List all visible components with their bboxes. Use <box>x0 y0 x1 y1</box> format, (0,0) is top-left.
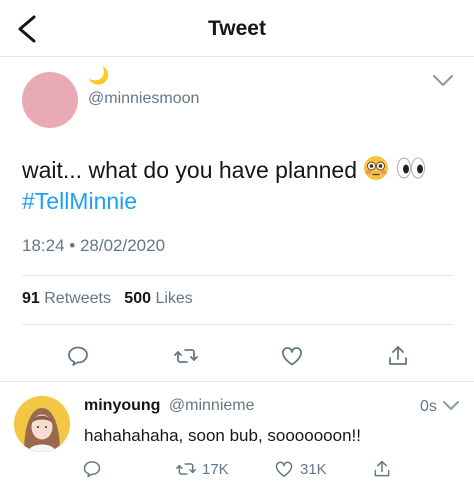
tweet-timestamp: 18:24 • 28/02/2020 <box>22 236 166 255</box>
engagement-stats: 91 Retweets 500 Likes <box>22 290 193 308</box>
reply-button[interactable] <box>82 458 102 480</box>
retweet-count: 17K <box>202 460 229 478</box>
likes-label[interactable]: Likes <box>155 290 192 307</box>
retweets-count[interactable]: 91 <box>22 290 40 307</box>
likes-count[interactable]: 500 <box>124 290 151 307</box>
retweets-label[interactable]: Retweets <box>44 290 111 307</box>
retweet-icon[interactable] <box>174 344 198 368</box>
eyes-icon <box>396 157 425 179</box>
page-title: Tweet <box>208 17 266 40</box>
avatar[interactable] <box>14 396 70 452</box>
section-divider <box>0 381 474 382</box>
profile-photo <box>14 396 70 452</box>
reply-text: hahahahaha, soon bub, sooooooon!! <box>84 426 361 445</box>
chevron-down-icon[interactable] <box>442 400 460 412</box>
flushed-face-icon <box>364 156 389 180</box>
display-name-emoji: 🌙 <box>88 66 110 85</box>
avatar[interactable] <box>22 72 78 128</box>
share-button[interactable] <box>372 458 392 480</box>
reply-time: 0s <box>420 398 437 415</box>
hashtag-link[interactable]: #TellMinnie <box>22 188 137 214</box>
like-heart-icon[interactable] <box>280 344 304 368</box>
retweet-icon <box>176 463 196 475</box>
divider <box>22 324 454 325</box>
like-button[interactable]: 31K <box>274 458 327 480</box>
divider <box>22 275 454 276</box>
share-icon[interactable] <box>386 344 410 368</box>
author-handle[interactable]: @minniesmoon <box>88 90 199 108</box>
tweet-body: wait... what do you have planned <box>22 157 358 183</box>
tweet-text: wait... what do you have planned #TellMi… <box>22 155 462 217</box>
reply-handle[interactable]: @minnieme <box>169 397 255 414</box>
reply-icon <box>83 461 101 478</box>
reply-display-name[interactable]: minyoung <box>84 397 160 414</box>
retweet-button[interactable]: 17K <box>176 458 229 480</box>
like-count: 31K <box>300 460 327 478</box>
like-heart-icon <box>275 461 293 477</box>
share-icon <box>374 460 390 477</box>
chevron-down-icon[interactable] <box>432 74 454 88</box>
reply-icon[interactable] <box>66 344 90 368</box>
reply-author: minyoung @minnieme <box>84 397 255 415</box>
